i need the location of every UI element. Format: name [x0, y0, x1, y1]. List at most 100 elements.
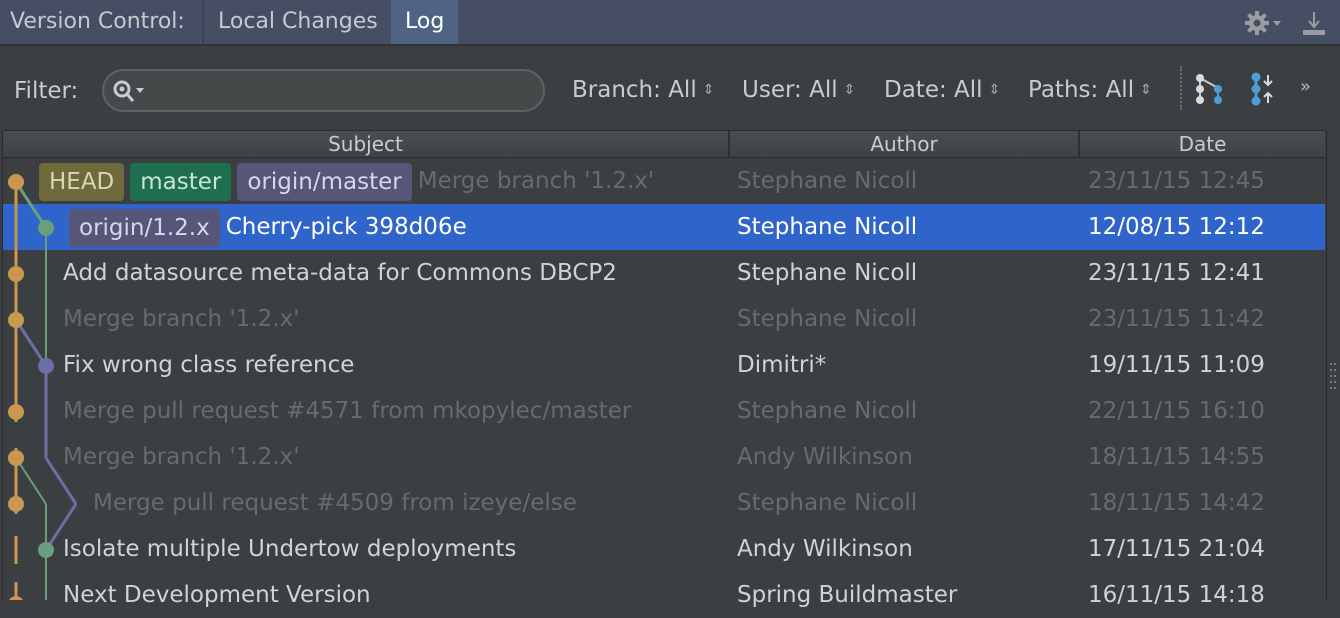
ref-tag: master [130, 162, 232, 201]
paths-filter-label: Paths: All [1028, 77, 1135, 103]
author-cell: Andy Wilkinson [737, 536, 913, 562]
commit-node [8, 496, 24, 512]
subject-cell: Add datasource meta-data for Commons DBC… [63, 250, 617, 296]
branch-filter-label: Branch: All [572, 77, 697, 103]
author-cell: Andy Wilkinson [737, 444, 913, 470]
date-cell: 12/08/15 12:12 [1088, 214, 1265, 240]
subject-cell: HEAD master origin/master Merge branch '1.2… [39, 158, 654, 204]
date-cell: 23/11/15 11:42 [1088, 306, 1265, 332]
paths-filter-dropdown[interactable]: Paths: All ⇕ [1028, 77, 1152, 103]
commit-subject: Next Development Version [63, 582, 371, 608]
author-cell: Stephane Nicoll [737, 398, 918, 424]
collapse-expand-icon[interactable] [1248, 72, 1280, 110]
subject-cell: Isolate multiple Undertow deployments [63, 526, 516, 572]
subject-cell: Fix wrong class reference [63, 342, 354, 388]
table-row[interactable]: origin/1.2.x Cherry-pick 398d06e Stephane … [3, 204, 1325, 250]
updown-arrow-icon: ⇕ [988, 82, 1001, 98]
tool-window-header: Version Control: Local Changes Log [0, 0, 1340, 46]
commit-node [38, 358, 54, 374]
author-cell: Stephane Nicoll [737, 306, 918, 332]
graph-edge [14, 181, 48, 229]
more-icon[interactable]: » [1300, 76, 1311, 97]
commit-node [38, 542, 54, 558]
table-row[interactable]: HEAD master origin/master Merge branch '1.2… [3, 158, 1325, 204]
tab-log[interactable]: Log [391, 0, 459, 44]
subject-cell: Next Development Version [63, 572, 371, 618]
date-filter-dropdown[interactable]: Date: All ⇕ [884, 77, 1000, 103]
date-cell: 17/11/15 21:04 [1088, 536, 1265, 562]
table-row[interactable]: Merge branch '1.2.x' Andy Wilkinson 18/11/… [3, 434, 1325, 480]
ref-tag: origin/master [237, 162, 412, 201]
commit-subject: Merge branch '1.2.x' [63, 444, 300, 470]
commit-subject: Merge pull request #4509 from izeye/else [93, 490, 577, 516]
date-cell: 18/11/15 14:42 [1088, 490, 1265, 516]
date-cell: 22/11/15 16:10 [1088, 398, 1265, 424]
commit-subject: Merge branch '1.2.x' [63, 306, 300, 332]
commit-node [8, 266, 24, 282]
table-row[interactable]: Fix wrong class reference Dimitri* 19/11/1… [3, 342, 1325, 388]
subject-cell: Merge branch '1.2.x' [63, 296, 300, 342]
updown-arrow-icon: ⇕ [1140, 82, 1152, 98]
date-cell: 23/11/15 12:45 [1088, 168, 1265, 194]
commit-subject: Fix wrong class reference [63, 352, 355, 378]
ref-tag: origin/1.2.x [69, 208, 220, 247]
commit-node [9, 596, 23, 600]
author-cell: Stephane Nicoll [737, 168, 918, 194]
commit-subject: Isolate multiple Undertow deployments [63, 536, 517, 562]
tool-window-title: Version Control: [10, 9, 185, 34]
commit-subject: Add datasource meta-data for Commons DBC… [63, 260, 617, 286]
commit-subject: Cherry-pick 398d06e [225, 214, 467, 240]
search-input[interactable] [152, 77, 532, 105]
author-cell: Stephane Nicoll [737, 490, 918, 516]
author-cell: Stephane Nicoll [737, 260, 918, 286]
date-filter-label: Date: All [884, 77, 983, 103]
branch-filter-dropdown[interactable]: Branch: All ⇕ [572, 77, 714, 103]
branch-graph-icon[interactable] [1194, 72, 1226, 110]
commit-subject: Merge branch '1.2.x' [417, 168, 655, 194]
subject-cell: Merge branch '1.2.x' [63, 434, 300, 480]
date-cell: 18/11/15 14:55 [1088, 444, 1265, 470]
filter-label: Filter: [14, 78, 79, 104]
table-row[interactable]: Add datasource meta-data for Commons DBC… [3, 250, 1325, 296]
column-header-author[interactable]: Author [730, 131, 1080, 158]
commit-node [8, 404, 24, 420]
commit-log-table: Subject Author Date HEAD master origin/mas… [2, 130, 1325, 608]
column-header-subject[interactable]: Subject [3, 131, 730, 158]
tab-local-changes[interactable]: Local Changes [204, 0, 392, 44]
table-row[interactable]: Next Development Version Spring Buildmast… [3, 572, 1325, 618]
graph-edge [14, 319, 48, 367]
table-row[interactable]: Isolate multiple Undertow deployments And… [3, 526, 1325, 572]
author-cell: Stephane Nicoll [737, 214, 918, 240]
gear-icon[interactable] [1244, 10, 1284, 40]
table-row[interactable]: Merge pull request #4571 from mkopylec/m… [3, 388, 1325, 434]
filter-search-field[interactable] [102, 69, 545, 112]
date-cell: 19/11/15 11:09 [1088, 352, 1265, 378]
user-filter-label: User: All [742, 77, 838, 103]
filter-toolbar: Filter: Branch: All ⇕ User: All ⇕ Date: Al… [0, 46, 1340, 130]
commit-node [8, 174, 24, 190]
download-icon[interactable] [1300, 10, 1328, 42]
toolbar-separator [1180, 66, 1182, 110]
column-header-date[interactable]: Date [1080, 131, 1325, 158]
date-cell: 16/11/15 14:18 [1088, 582, 1265, 608]
updown-arrow-icon: ⇕ [843, 82, 856, 98]
commit-node [38, 220, 54, 236]
search-icon[interactable] [112, 79, 150, 109]
commit-node [8, 450, 24, 466]
commit-subject: Merge pull request #4571 from mkopylec/m… [63, 398, 632, 424]
subject-cell: Merge pull request #4571 from mkopylec/m… [63, 388, 631, 434]
updown-arrow-icon: ⇕ [702, 82, 715, 98]
graph-edge [44, 503, 78, 551]
subject-cell: Merge pull request #4509 from izeye/else [93, 480, 577, 526]
commit-node [8, 312, 24, 328]
user-filter-dropdown[interactable]: User: All ⇕ [742, 77, 855, 103]
commit-graph [8, 174, 78, 600]
table-header: Subject Author Date [3, 130, 1325, 158]
author-cell: Dimitri* [737, 352, 827, 378]
graph-edge [44, 457, 78, 505]
author-cell: Spring Buildmaster [737, 582, 958, 608]
table-row[interactable]: Merge branch '1.2.x' Stephane Nicoll 23/11… [3, 296, 1325, 342]
resize-grip-icon[interactable] [1329, 362, 1337, 392]
subject-cell: origin/1.2.x Cherry-pick 398d06e [69, 204, 467, 250]
table-row[interactable]: Merge pull request #4509 from izeye/else… [3, 480, 1325, 526]
